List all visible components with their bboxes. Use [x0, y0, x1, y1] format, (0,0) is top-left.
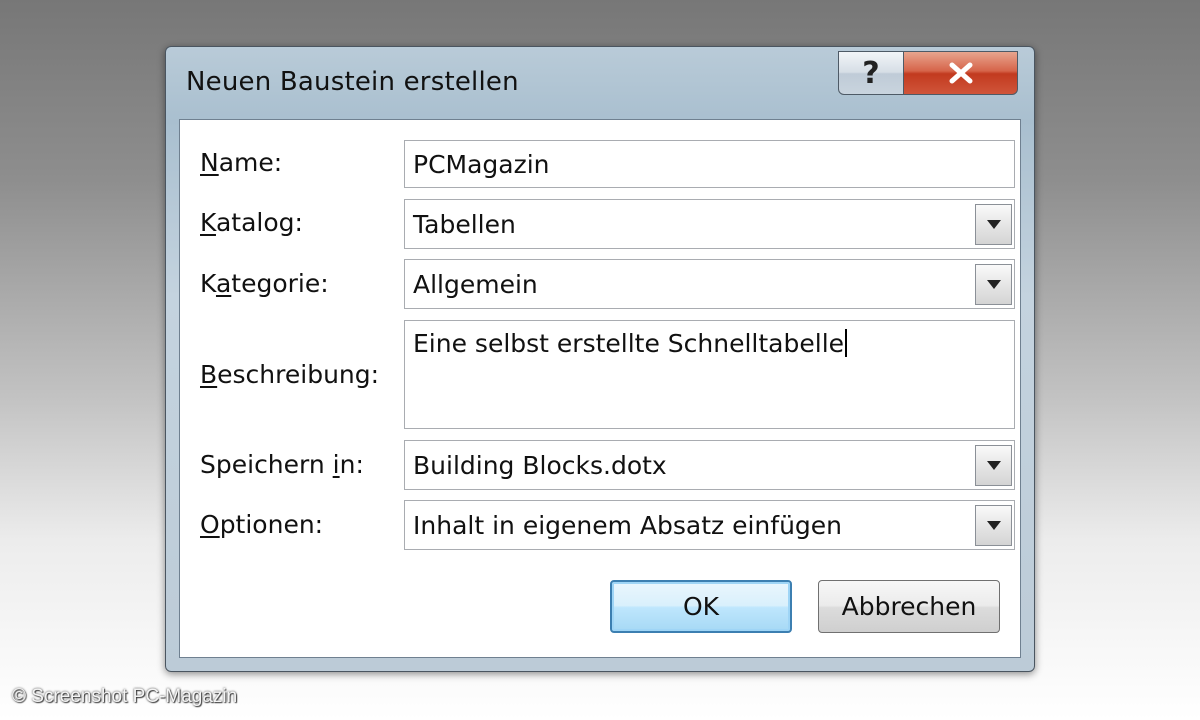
options-select[interactable]: Inhalt in eigenem Absatz einfügen: [404, 500, 1015, 550]
close-icon: [949, 62, 972, 84]
dialog-title: Neuen Baustein erstellen: [186, 67, 519, 97]
catalog-dropdown-button[interactable]: [975, 203, 1012, 245]
options-label: Optionen:: [200, 510, 324, 539]
category-label: Kategorie:: [200, 269, 329, 298]
catalog-value: Tabellen: [413, 209, 516, 239]
catalog-label: Katalog:: [200, 208, 303, 237]
description-textarea[interactable]: Eine selbst erstellte Schnelltabelle: [404, 320, 1015, 429]
name-input[interactable]: PCMagazin: [404, 140, 1015, 188]
category-value: Allgemein: [413, 269, 538, 299]
save-in-label: Speichern in:: [200, 450, 364, 479]
options-dropdown-button[interactable]: [975, 504, 1012, 546]
name-value: PCMagazin: [413, 149, 550, 179]
help-icon: ?: [862, 55, 880, 91]
category-dropdown-button[interactable]: [975, 263, 1012, 305]
chevron-down-icon: [986, 279, 1001, 289]
cancel-button[interactable]: Abbrechen: [818, 580, 1000, 633]
name-label: Name:: [200, 148, 283, 177]
ok-button[interactable]: OK: [610, 580, 792, 633]
close-button[interactable]: [904, 51, 1018, 95]
text-caret: [845, 329, 848, 357]
chevron-down-icon: [986, 460, 1001, 470]
save-in-select[interactable]: Building Blocks.dotx: [404, 440, 1015, 490]
help-button[interactable]: ?: [838, 51, 904, 95]
caption-buttons: ?: [838, 51, 1018, 95]
dialog-content: Name: PCMagazin Katalog: Tabellen Katego…: [179, 119, 1021, 658]
catalog-select[interactable]: Tabellen: [404, 199, 1015, 249]
save-in-value: Building Blocks.dotx: [413, 450, 667, 480]
create-building-block-dialog: Neuen Baustein erstellen ? Name: PCMagaz…: [165, 46, 1035, 672]
description-value: Eine selbst erstellte Schnelltabelle: [413, 329, 845, 358]
save-in-dropdown-button[interactable]: [975, 444, 1012, 486]
description-label: Beschreibung:: [200, 360, 380, 389]
category-select[interactable]: Allgemein: [404, 259, 1015, 309]
options-value: Inhalt in eigenem Absatz einfügen: [413, 510, 843, 540]
screenshot-credit: © Screenshot PC-Magazin: [12, 686, 238, 707]
chevron-down-icon: [986, 520, 1001, 530]
chevron-down-icon: [986, 219, 1001, 229]
